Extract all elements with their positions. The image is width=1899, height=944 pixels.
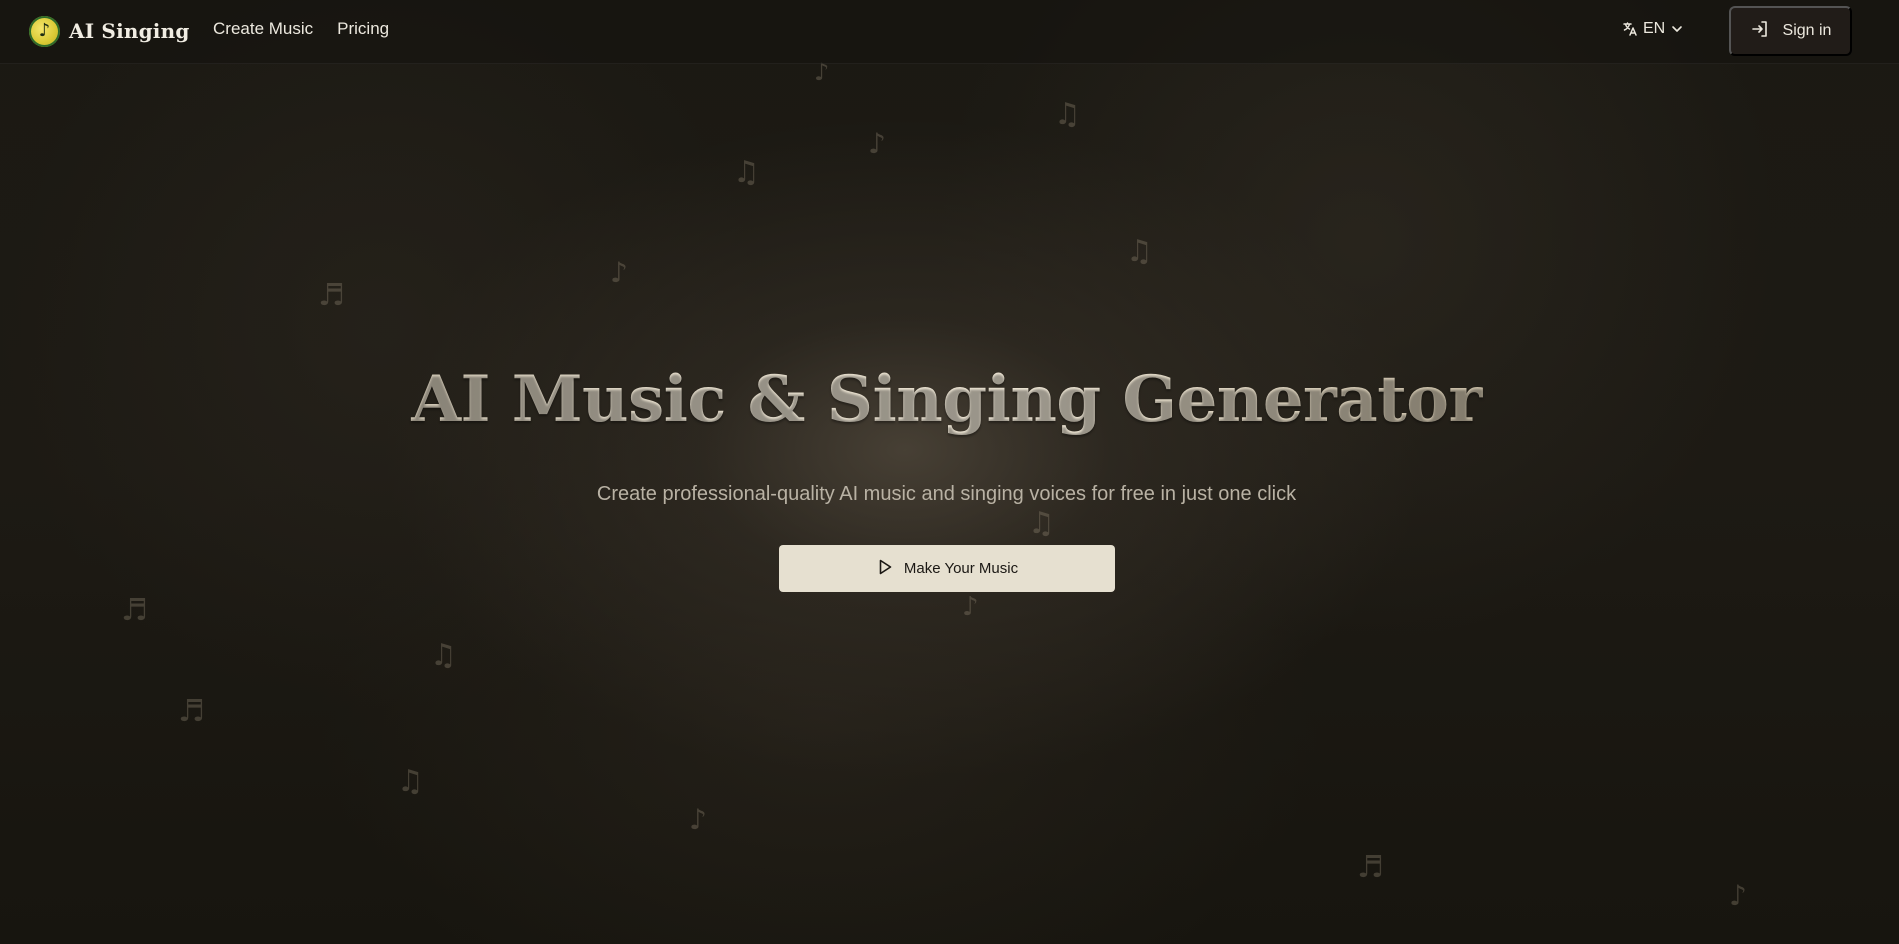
music-note-icon: ♪ [610, 256, 628, 289]
music-note-icon: ♬ [318, 278, 345, 313]
music-note-icon: ♫ [1054, 97, 1081, 132]
music-note-icon: ♫ [430, 638, 457, 673]
music-note-icon: ♫ [397, 764, 424, 799]
music-note-icon: ♫ [733, 155, 760, 190]
hero-subtitle: Create professional-quality AI music and… [596, 483, 1297, 505]
nav-pricing-link[interactable]: Pricing [337, 19, 389, 39]
music-note-icon: ♫ [1126, 234, 1153, 269]
sign-in-icon [1750, 19, 1770, 44]
hero-title: AI Music & Singing Generator [0, 362, 1893, 437]
main-nav: Create Music Pricing [213, 19, 389, 39]
music-note-icon: ♬ [1357, 850, 1384, 885]
make-your-music-button[interactable]: Make Your Music [779, 545, 1115, 592]
brand-name: AI Singing [69, 19, 190, 43]
music-note-icon: ♪ [868, 127, 886, 160]
music-note-icon: ♪ [29, 15, 60, 47]
music-note-icon: ♬ [178, 694, 205, 729]
translate-icon [1622, 21, 1638, 37]
music-note-icon: ♪ [962, 592, 979, 622]
play-icon [876, 558, 894, 580]
nav-create-music-link[interactable]: Create Music [213, 19, 313, 39]
brand-home-link[interactable]: ♪ AI Singing [29, 15, 190, 47]
sign-in-button[interactable]: Sign in [1729, 6, 1852, 56]
chevron-down-icon [1670, 22, 1684, 36]
music-note-icon: ♪ [689, 803, 707, 836]
music-note-icon: ♪ [1729, 879, 1747, 912]
page: ♪ ♫ ♪ ♫ ♫ ♪ ♬ ♫ ♪ ♬ ♫ ♬ ♫ ♪ ♬ ♪ ♪ AI Sin… [0, 0, 1899, 944]
top-navbar: ♪ AI Singing Create Music Pricing EN Sig… [0, 0, 1899, 64]
cta-label: Make Your Music [903, 560, 1019, 577]
music-note-icon: ♬ [121, 593, 148, 628]
language-value: EN [1643, 20, 1666, 37]
music-note-icon: ♫ [1028, 506, 1055, 541]
sign-in-label: Sign in [1782, 22, 1832, 39]
language-selector[interactable]: EN [1622, 20, 1684, 38]
